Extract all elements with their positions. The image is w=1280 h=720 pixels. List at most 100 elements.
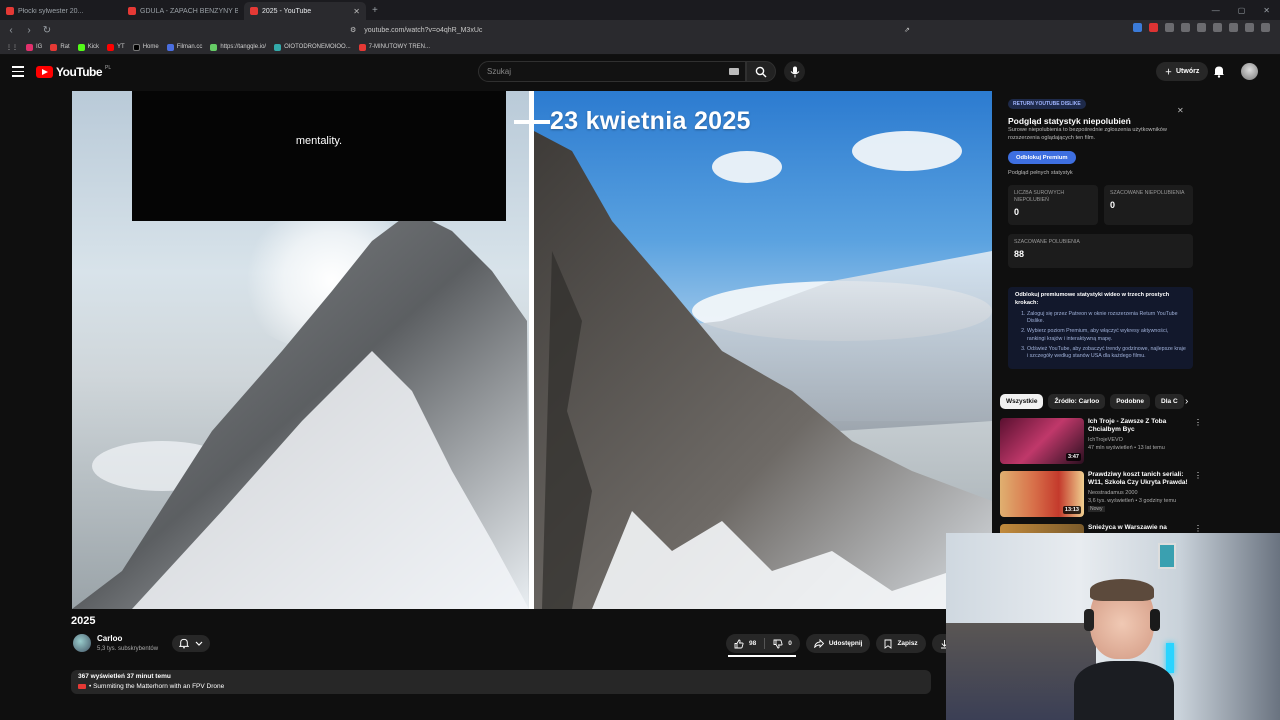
browser-tab-3-active[interactable]: 2025 - YouTube ✕ xyxy=(244,2,366,20)
url-text: youtube.com/watch?v=o4qhR_M3xUc xyxy=(364,26,483,34)
promo-title: Odblokuj premiumowe statystyki wideo w t… xyxy=(1015,292,1170,306)
channel-name[interactable]: Carloo xyxy=(97,634,122,643)
channel-avatar[interactable] xyxy=(73,634,91,652)
bookmark-item[interactable]: Rat xyxy=(50,43,70,51)
bookmark-item[interactable]: Filman.cc xyxy=(166,43,203,51)
minimize-icon[interactable]: — xyxy=(1212,6,1220,15)
headset-left xyxy=(1084,609,1094,631)
bookmark-label: Filman.cc xyxy=(176,44,203,50)
extension-icon[interactable] xyxy=(1197,23,1206,32)
more-options-icon[interactable]: ⋮ xyxy=(1194,471,1202,480)
share-label: Udostępnij xyxy=(828,640,863,647)
save-label: Zapisz xyxy=(897,640,918,647)
youtube-logo[interactable]: YouTube PL xyxy=(36,65,111,79)
bookmark-item[interactable]: OIOTODRONEMOIOO... xyxy=(274,43,351,51)
chip-from-channel[interactable]: Źródło: Carloo xyxy=(1048,394,1106,409)
ryd-badge: RETURN YOUTUBE DISLIKE xyxy=(1008,99,1086,109)
apps-grid-icon[interactable]: ⋮⋮ xyxy=(6,44,18,51)
hamburger-icon[interactable] xyxy=(12,66,24,80)
caption-text: mentality. xyxy=(295,135,343,147)
like-button[interactable]: 98 xyxy=(726,634,764,653)
extension-icon[interactable] xyxy=(1213,23,1222,32)
forward-icon[interactable]: › xyxy=(22,25,36,36)
recommendation-channel[interactable]: Neostradamus 2000 xyxy=(1088,490,1138,496)
more-options-icon[interactable]: ⋮ xyxy=(1194,524,1200,533)
full-stats-link[interactable]: Podgląd pełnych statystyk xyxy=(1008,170,1073,176)
video-thumbnail[interactable]: 13:13 xyxy=(1000,471,1084,517)
notifications-button[interactable] xyxy=(1213,65,1225,83)
back-icon[interactable]: ‹ xyxy=(4,25,18,36)
date-overlay-text: 23 kwietnia 2025 xyxy=(550,107,751,135)
dislike-button[interactable]: 0 xyxy=(765,634,800,653)
view-stats: 367 wyświetleń 37 minut temu xyxy=(78,673,171,680)
bookmark-favicon-icon xyxy=(50,43,58,51)
site-info-icon[interactable]: ⚙ xyxy=(350,26,356,34)
close-icon[interactable]: ✕ xyxy=(1177,106,1184,115)
reload-icon[interactable]: ↻ xyxy=(40,25,54,36)
bookmark-item[interactable]: Kick xyxy=(77,43,99,51)
subscription-notifications-button[interactable] xyxy=(172,635,210,652)
extension-icon[interactable] xyxy=(1245,23,1254,32)
voice-search-button[interactable] xyxy=(784,61,805,82)
bookmark-label: Rat xyxy=(60,44,70,50)
video-description[interactable]: 367 wyświetleń 37 minut temu • Summiting… xyxy=(71,670,931,694)
tab-close-icon[interactable]: ✕ xyxy=(353,7,360,16)
bookmark-item[interactable]: 7-MINUTOWY TREN... xyxy=(358,43,430,51)
account-avatar[interactable] xyxy=(1241,63,1258,80)
recommendation-meta: 3,6 tys. wyświetleń • 3 godziny temu xyxy=(1088,498,1177,504)
page-actions-icon[interactable]: ⇗ xyxy=(904,26,910,34)
new-badge: Nowy xyxy=(1088,506,1105,512)
address-bar[interactable]: ⚙ youtube.com/watch?v=o4qhR_M3xUc ⇗ xyxy=(350,22,910,38)
recommendation-title[interactable]: Prawdziwy koszt tanich seriali: W11, Szk… xyxy=(1088,471,1188,488)
extension-icon[interactable] xyxy=(1261,23,1270,32)
webcam-person xyxy=(1074,579,1174,720)
bell-icon xyxy=(179,638,189,649)
bookmark-favicon-icon xyxy=(26,43,33,51)
window-close-icon[interactable]: ✕ xyxy=(1263,6,1270,15)
video-duration: 3:47 xyxy=(1065,453,1081,461)
person-body xyxy=(1074,661,1174,720)
chip-for-you[interactable]: Dla C xyxy=(1155,394,1184,409)
extension-icon[interactable] xyxy=(1149,23,1158,32)
extension-icon[interactable] xyxy=(1165,23,1174,32)
browser-tab-1[interactable]: Płocki sylwester 20... xyxy=(0,2,122,20)
new-tab-button[interactable]: + xyxy=(372,5,378,16)
video-player[interactable]: mentality. 23 kwietnia 2025 xyxy=(72,91,992,609)
recommendation-item[interactable]: 13:13 Prawdziwy koszt tanich seriali: W1… xyxy=(1000,471,1202,517)
chip-all[interactable]: Wszystkie xyxy=(1000,394,1044,409)
recommendation-title[interactable]: Śnieżyca w Warszawie na xyxy=(1088,524,1188,532)
recommendation-channel[interactable]: IchTrojeVEVO xyxy=(1088,437,1123,443)
recommendation-item[interactable]: 3:47 Ich Troje - Zawsze Z Toba Chcialbym… xyxy=(1000,418,1202,464)
search-input[interactable]: Szukaj xyxy=(478,61,746,82)
extension-icon[interactable] xyxy=(1229,23,1238,32)
webcam-overlay xyxy=(946,533,1280,720)
chevron-right-icon[interactable]: › xyxy=(1185,396,1188,407)
keyboard-icon[interactable] xyxy=(729,68,739,75)
save-button[interactable]: Zapisz xyxy=(876,634,926,653)
recommendation-title[interactable]: Ich Troje - Zawsze Z Toba Chcialbym Byc xyxy=(1088,418,1188,435)
browser-tab-2[interactable]: GDULA - ZAPACH BENZYNY Badm... xyxy=(122,2,244,20)
extension-icon[interactable] xyxy=(1133,23,1142,32)
stat-value: 0 xyxy=(1110,199,1116,210)
extension-icon[interactable] xyxy=(1181,23,1190,32)
bookmark-item[interactable]: YT xyxy=(107,43,125,51)
video-thumbnail[interactable]: 3:47 xyxy=(1000,418,1084,464)
more-options-icon[interactable]: ⋮ xyxy=(1194,418,1202,427)
share-button[interactable]: Udostępnij xyxy=(805,634,871,653)
search-placeholder: Szukaj xyxy=(487,67,512,76)
unlock-premium-button[interactable]: Odblokuj Premium xyxy=(1008,151,1076,164)
bookmark-item[interactable]: IG xyxy=(26,43,42,51)
browser-nav-bar: ‹ › ↻ ⚙ youtube.com/watch?v=o4qhR_M3xUc … xyxy=(0,20,1280,40)
search-button[interactable] xyxy=(746,61,776,82)
caption-overlay: mentality. xyxy=(132,91,506,221)
create-label: Utwórz xyxy=(1176,68,1200,75)
bookmark-item[interactable]: Home xyxy=(132,43,159,51)
maximize-icon[interactable]: ▢ xyxy=(1238,6,1246,15)
chip-related[interactable]: Podobne xyxy=(1110,394,1151,409)
stat-label: LICZBA SUROWYCH NIEPOLUBIEŃ xyxy=(1014,190,1065,203)
description-text: • Summiting the Matterhorn with an FPV D… xyxy=(89,683,225,690)
create-button[interactable]: ＋ Utwórz xyxy=(1156,62,1209,81)
logo-text: YouTube xyxy=(56,65,103,79)
plus-icon: ＋ xyxy=(1165,68,1172,76)
bookmark-item[interactable]: https://tangqle.io/ xyxy=(210,43,266,51)
